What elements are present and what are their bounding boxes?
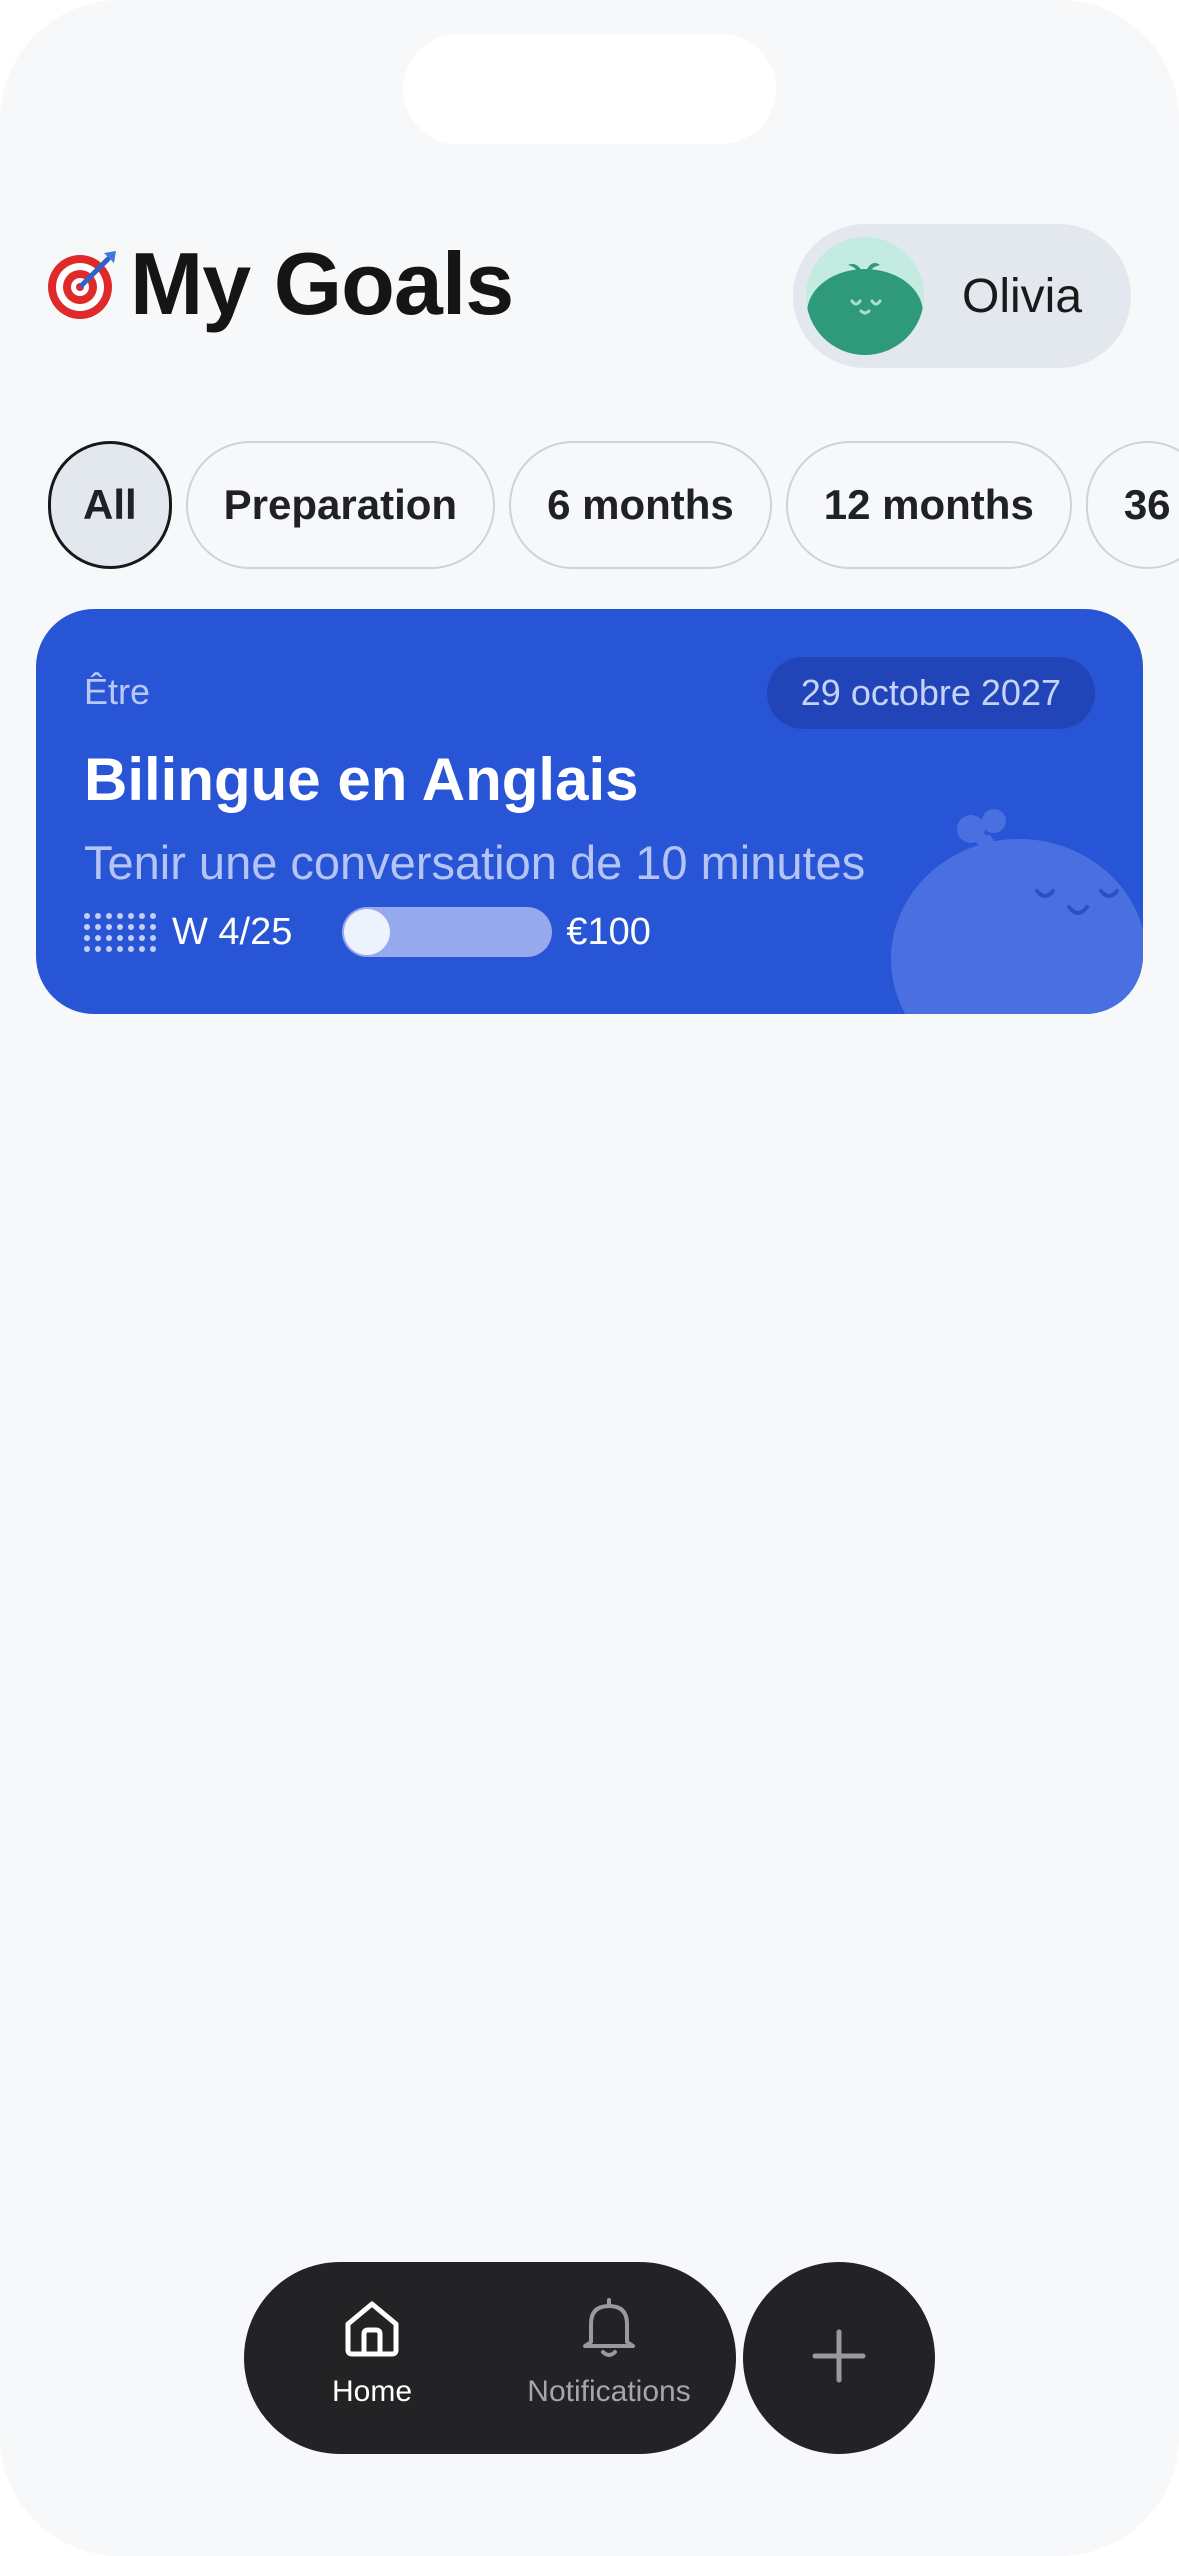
profile-name: Olivia xyxy=(962,269,1083,323)
week-dots-icon xyxy=(84,910,160,954)
phone-screen: My Goals Olivia All Preparation 6 months… xyxy=(0,0,1179,2556)
nav-home[interactable]: Home xyxy=(312,2296,432,2409)
goal-title: Bilingue en Anglais xyxy=(84,746,639,813)
week-progress: W 4/25 xyxy=(172,910,293,953)
add-goal-button[interactable] xyxy=(743,2262,935,2454)
filter-chip-preparation[interactable]: Preparation xyxy=(185,441,496,569)
filter-chip-all[interactable]: All xyxy=(48,441,172,569)
filter-chip-6-months[interactable]: 6 months xyxy=(509,441,772,569)
goal-card[interactable]: Être 29 octobre 2027 Bilingue en Anglais… xyxy=(36,609,1143,1014)
nav-home-label: Home xyxy=(331,2375,413,2408)
page-title: My Goals xyxy=(130,234,514,333)
goal-toggle[interactable] xyxy=(342,907,553,957)
page-header: My Goals xyxy=(46,234,514,333)
filter-chips: All Preparation 6 months 12 months 36 xyxy=(48,441,1179,569)
goal-category: Être xyxy=(84,671,151,712)
bell-icon xyxy=(577,2298,641,2364)
goal-subtitle: Tenir une conversation de 10 minutes xyxy=(84,836,866,889)
goal-date-badge: 29 octobre 2027 xyxy=(766,657,1095,729)
nav-notifications[interactable]: Notifications xyxy=(509,2296,709,2409)
filter-chip-12-months[interactable]: 12 months xyxy=(785,441,1072,569)
toggle-knob xyxy=(344,909,391,955)
bottom-nav: Home Notifications xyxy=(244,2262,736,2454)
home-icon xyxy=(340,2301,404,2364)
nav-notifications-label: Notifications xyxy=(527,2375,691,2408)
target-icon xyxy=(46,247,120,321)
profile-switcher[interactable]: Olivia xyxy=(793,224,1131,368)
filter-chip-36-months[interactable]: 36 xyxy=(1085,441,1179,569)
plus-icon xyxy=(809,2326,869,2391)
goal-meta: W 4/25 €100 xyxy=(84,907,651,957)
blob-mascot-icon xyxy=(889,809,1143,1014)
goal-amount: €100 xyxy=(566,910,651,953)
avatar xyxy=(806,237,924,355)
dynamic-island xyxy=(403,34,776,144)
